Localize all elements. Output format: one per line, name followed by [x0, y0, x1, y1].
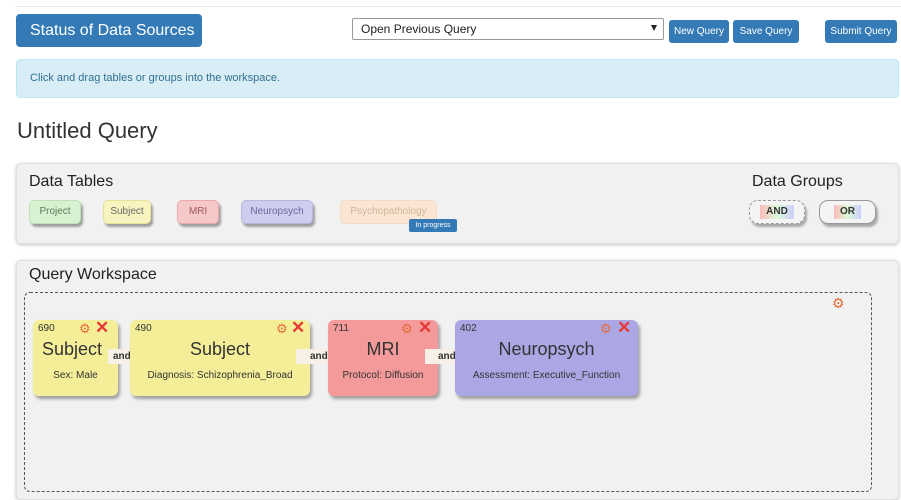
card-name: Subject [42, 339, 103, 359]
group-and-button[interactable]: AND [749, 200, 805, 224]
query-card-mri[interactable]: 711 ⚙ ✕ MRI Protocol: Diffusion [328, 319, 438, 396]
gear-icon[interactable]: ⚙ [401, 322, 413, 336]
card-count: 690 [38, 323, 55, 334]
query-card-neuropsych[interactable]: 402 ⚙ ✕ Neuropsych Assessment: Executive… [455, 319, 638, 396]
close-icon[interactable]: ✕ [291, 319, 305, 337]
group-or-button[interactable]: OR [819, 200, 876, 224]
card-description: Assessment: Executive_Function [472, 370, 621, 381]
group-and-label: AND [760, 205, 794, 219]
instruction-alert: Click and drag tables or groups into the… [16, 59, 899, 98]
gear-icon[interactable]: ⚙ [276, 322, 288, 336]
table-tag-subject[interactable]: Subject [103, 200, 151, 224]
close-icon[interactable]: ✕ [617, 319, 631, 337]
gear-icon[interactable]: ⚙ [600, 322, 612, 336]
close-icon[interactable]: ✕ [95, 319, 109, 337]
submit-query-button[interactable]: Submit Query [825, 20, 897, 43]
table-tag-mri[interactable]: MRI [177, 200, 219, 224]
close-icon[interactable]: ✕ [418, 319, 432, 337]
card-name: Neuropsych [498, 339, 595, 359]
card-count: 402 [460, 323, 477, 334]
open-previous-query-select[interactable]: Open Previous Query [352, 18, 664, 40]
data-groups-title: Data Groups [752, 173, 843, 190]
chevron-down-icon [651, 25, 657, 31]
query-card-subject-sex[interactable]: 690 ⚙ ✕ Subject Sex: Male [33, 319, 118, 396]
group-or-label: OR [834, 205, 861, 219]
data-tables-title: Data Tables [29, 173, 114, 190]
new-query-button[interactable]: New Query [669, 20, 729, 43]
card-description: Protocol: Diffusion [342, 370, 424, 381]
card-description: Diagnosis: Schizophrenia_Broad [147, 370, 293, 381]
workspace-gear-icon[interactable]: ⚙ [832, 295, 845, 312]
gear-icon[interactable]: ⚙ [79, 322, 91, 336]
card-name: MRI [366, 339, 400, 359]
query-title[interactable]: Untitled Query [17, 118, 158, 144]
save-query-button[interactable]: Save Query [733, 20, 799, 43]
top-divider [15, 6, 901, 7]
card-count: 711 [333, 323, 349, 334]
query-workspace-title: Query Workspace [29, 266, 157, 283]
in-progress-badge: In progress [409, 219, 457, 232]
status-of-data-sources-button[interactable]: Status of Data Sources [16, 14, 202, 47]
query-card-subject-diagnosis[interactable]: 490 ⚙ ✕ Subject Diagnosis: Schizophrenia… [130, 319, 310, 396]
card-name: Subject [189, 339, 251, 359]
table-tag-project[interactable]: Project [29, 200, 81, 224]
query-select-value: Open Previous Query [361, 22, 477, 36]
card-description: Sex: Male [53, 370, 98, 381]
table-tag-neuropsych[interactable]: Neuropsych [241, 200, 313, 224]
card-count: 490 [135, 323, 152, 334]
